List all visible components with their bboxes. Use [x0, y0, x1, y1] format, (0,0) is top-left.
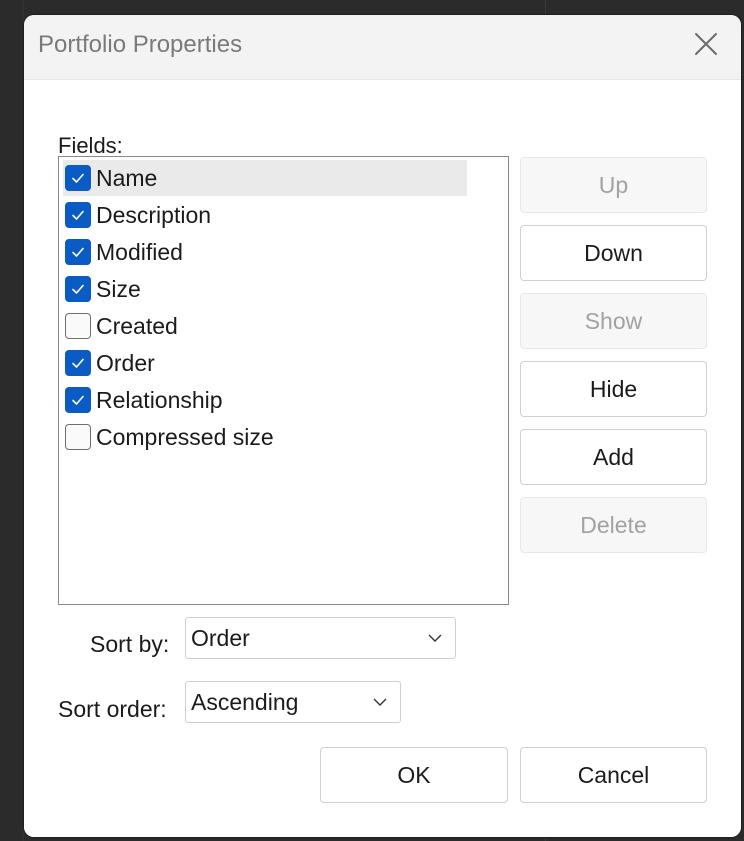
fields-list[interactable]: Name Description Modified Size Created Order R… — [58, 156, 509, 605]
checkmark-icon — [72, 284, 84, 294]
checkbox-checked[interactable] — [65, 165, 91, 191]
list-item[interactable]: Created — [63, 308, 467, 344]
close-icon — [695, 33, 717, 55]
list-item[interactable]: Name — [63, 160, 467, 196]
up-button[interactable]: Up — [520, 157, 707, 213]
sort-by-value: Order — [191, 624, 250, 651]
list-item[interactable]: Description — [63, 197, 467, 233]
list-item-label: Modified — [96, 238, 183, 265]
checkmark-icon — [72, 210, 84, 220]
list-item-label: Description — [96, 201, 212, 228]
portfolio-properties-dialog: Portfolio Properties Fields: Name Descrip… — [24, 15, 741, 837]
close-button[interactable] — [693, 31, 719, 57]
checkbox-checked[interactable] — [65, 276, 91, 302]
list-item-label: Size — [96, 275, 141, 302]
checkmark-icon — [72, 358, 84, 368]
sort-order-value: Ascending — [191, 688, 299, 715]
sort-order-select[interactable]: Ascending — [185, 681, 401, 723]
list-item[interactable]: Modified — [63, 234, 467, 270]
ok-button[interactable]: OK — [320, 747, 508, 803]
checkbox-checked[interactable] — [65, 350, 91, 376]
checkmark-icon — [72, 173, 84, 183]
list-item[interactable]: Relationship — [63, 382, 467, 418]
checkbox-unchecked[interactable] — [65, 424, 91, 450]
cancel-button[interactable]: Cancel — [520, 747, 707, 803]
down-button[interactable]: Down — [520, 225, 707, 281]
checkmark-icon — [72, 395, 84, 405]
chevron-down-icon — [427, 630, 443, 646]
list-item-label: Created — [96, 312, 178, 339]
dialog-title: Portfolio Properties — [38, 31, 243, 58]
checkmark-icon — [72, 247, 84, 257]
show-button[interactable]: Show — [520, 293, 707, 349]
sort-by-select[interactable]: Order — [185, 617, 456, 659]
list-item[interactable]: Order — [63, 345, 467, 381]
checkbox-checked[interactable] — [65, 387, 91, 413]
dialog-body: Fields: Name Description Modified Size Creat… — [24, 79, 741, 837]
list-item-label: Compressed size — [96, 423, 274, 450]
title-bar: Portfolio Properties — [24, 15, 741, 79]
checkbox-checked[interactable] — [65, 202, 91, 228]
chevron-down-icon — [372, 694, 388, 710]
list-item-label: Order — [96, 349, 155, 376]
sort-order-label: Sort order: — [58, 696, 167, 722]
add-button[interactable]: Add — [520, 429, 707, 485]
delete-button[interactable]: Delete — [520, 497, 707, 553]
hide-button[interactable]: Hide — [520, 361, 707, 417]
list-item-label: Name — [96, 164, 158, 191]
checkbox-checked[interactable] — [65, 239, 91, 265]
checkbox-unchecked[interactable] — [65, 313, 91, 339]
list-item[interactable]: Compressed size — [63, 419, 467, 455]
sort-by-label: Sort by: — [90, 631, 170, 657]
list-item[interactable]: Size — [63, 271, 467, 307]
list-item-label: Relationship — [96, 386, 223, 413]
